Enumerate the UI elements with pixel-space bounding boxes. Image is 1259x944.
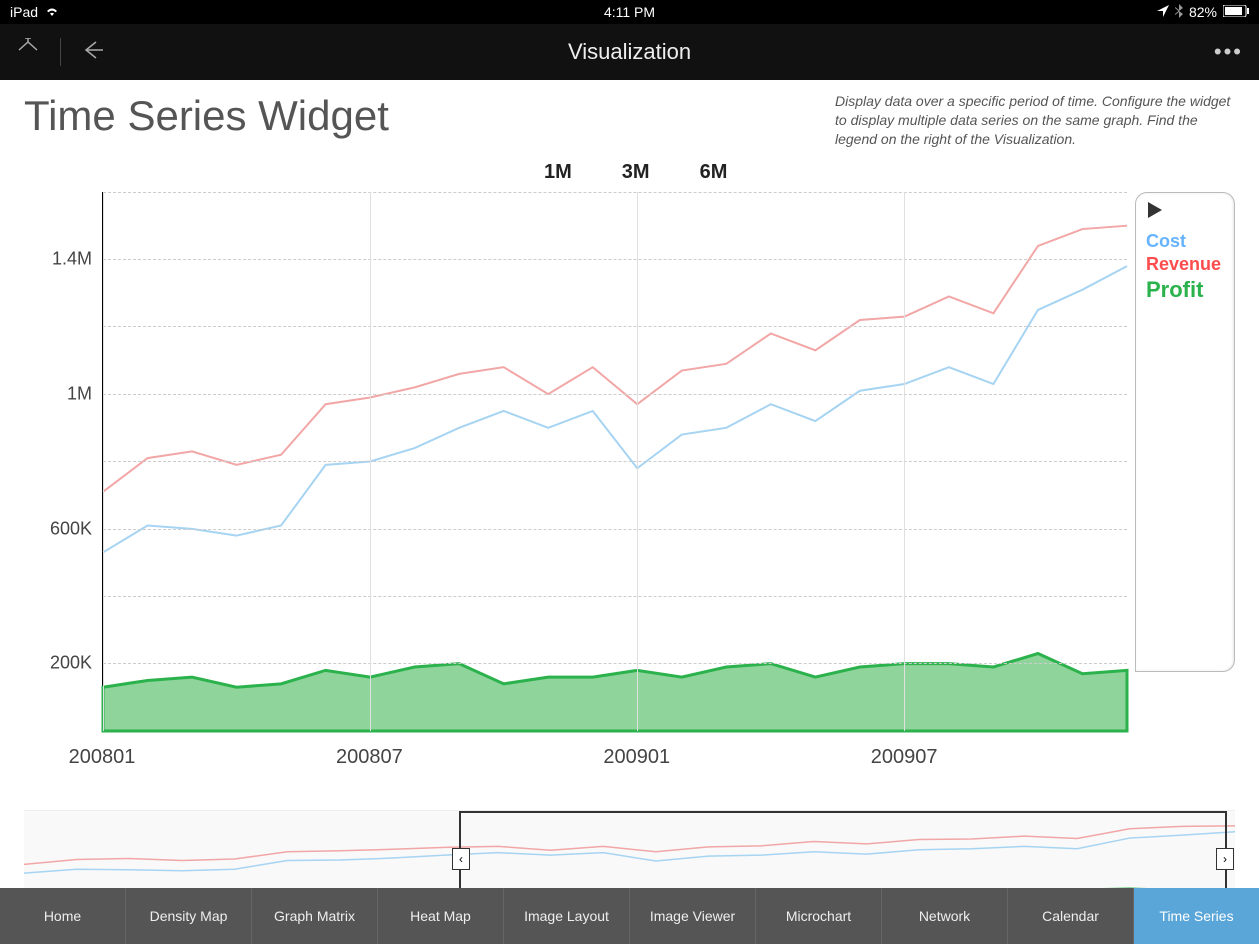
main-chart: 200K 600K 1M 1.4M Cost Revenue Profit [24, 192, 1235, 732]
range-3m[interactable]: 3M [622, 161, 650, 184]
page-description: Display data over a specific period of t… [835, 92, 1235, 149]
legend-profit[interactable]: Profit [1146, 277, 1224, 303]
series-revenue [103, 225, 1127, 491]
play-icon[interactable] [1146, 201, 1224, 225]
y-axis: 200K 600K 1M 1.4M [24, 192, 102, 732]
tab-density-map[interactable]: Density Map [125, 888, 251, 944]
series-cost [103, 266, 1127, 552]
tab-heat-map[interactable]: Heat Map [377, 888, 503, 944]
location-icon [1157, 4, 1169, 20]
series-profit [103, 653, 1127, 730]
status-bar: iPad 4:11 PM 82% [0, 0, 1259, 24]
legend-cost[interactable]: Cost [1146, 231, 1224, 252]
battery-percent: 82% [1189, 4, 1217, 20]
range-1m[interactable]: 1M [544, 161, 572, 184]
y-tick: 600K [50, 518, 92, 539]
tab-microchart[interactable]: Microchart [755, 888, 881, 944]
overview-handle-right[interactable]: › [1216, 848, 1234, 870]
tab-image-layout[interactable]: Image Layout [503, 888, 629, 944]
x-tick: 200901 [603, 746, 670, 769]
clock: 4:11 PM [604, 4, 655, 20]
x-tick: 200807 [336, 746, 403, 769]
y-tick: 200K [50, 653, 92, 674]
y-tick: 1.4M [52, 249, 92, 270]
tab-network[interactable]: Network [881, 888, 1007, 944]
legend-revenue[interactable]: Revenue [1146, 254, 1224, 275]
x-tick: 200801 [69, 746, 136, 769]
y-tick: 1M [67, 383, 92, 404]
device-label: iPad [10, 4, 38, 20]
tab-calendar[interactable]: Calendar [1007, 888, 1133, 944]
tab-graph-matrix[interactable]: Graph Matrix [251, 888, 377, 944]
home-icon[interactable] [16, 38, 40, 67]
tab-bar: HomeDensity MapGraph MatrixHeat MapImage… [0, 888, 1259, 944]
bluetooth-icon [1175, 4, 1183, 21]
range-selector: 1M 3M 6M [24, 161, 1235, 184]
wifi-icon [44, 4, 60, 20]
range-6m[interactable]: 6M [700, 161, 728, 184]
overview-handle-left[interactable]: ‹ [452, 848, 470, 870]
navigation-bar: Visualization ••• [0, 24, 1259, 80]
legend-panel: Cost Revenue Profit [1135, 192, 1235, 672]
page-title: Time Series Widget [24, 92, 389, 140]
nav-title: Visualization [568, 39, 691, 65]
more-menu-icon[interactable]: ••• [1214, 39, 1243, 65]
tab-image-viewer[interactable]: Image Viewer [629, 888, 755, 944]
plot-area[interactable] [102, 192, 1127, 732]
battery-icon [1223, 4, 1249, 20]
back-icon[interactable] [81, 38, 105, 67]
tab-time-series[interactable]: Time Series [1133, 888, 1259, 944]
tab-home[interactable]: Home [0, 888, 125, 944]
x-axis: 200801200807200901200907 [102, 746, 1127, 786]
x-tick: 200907 [871, 746, 938, 769]
